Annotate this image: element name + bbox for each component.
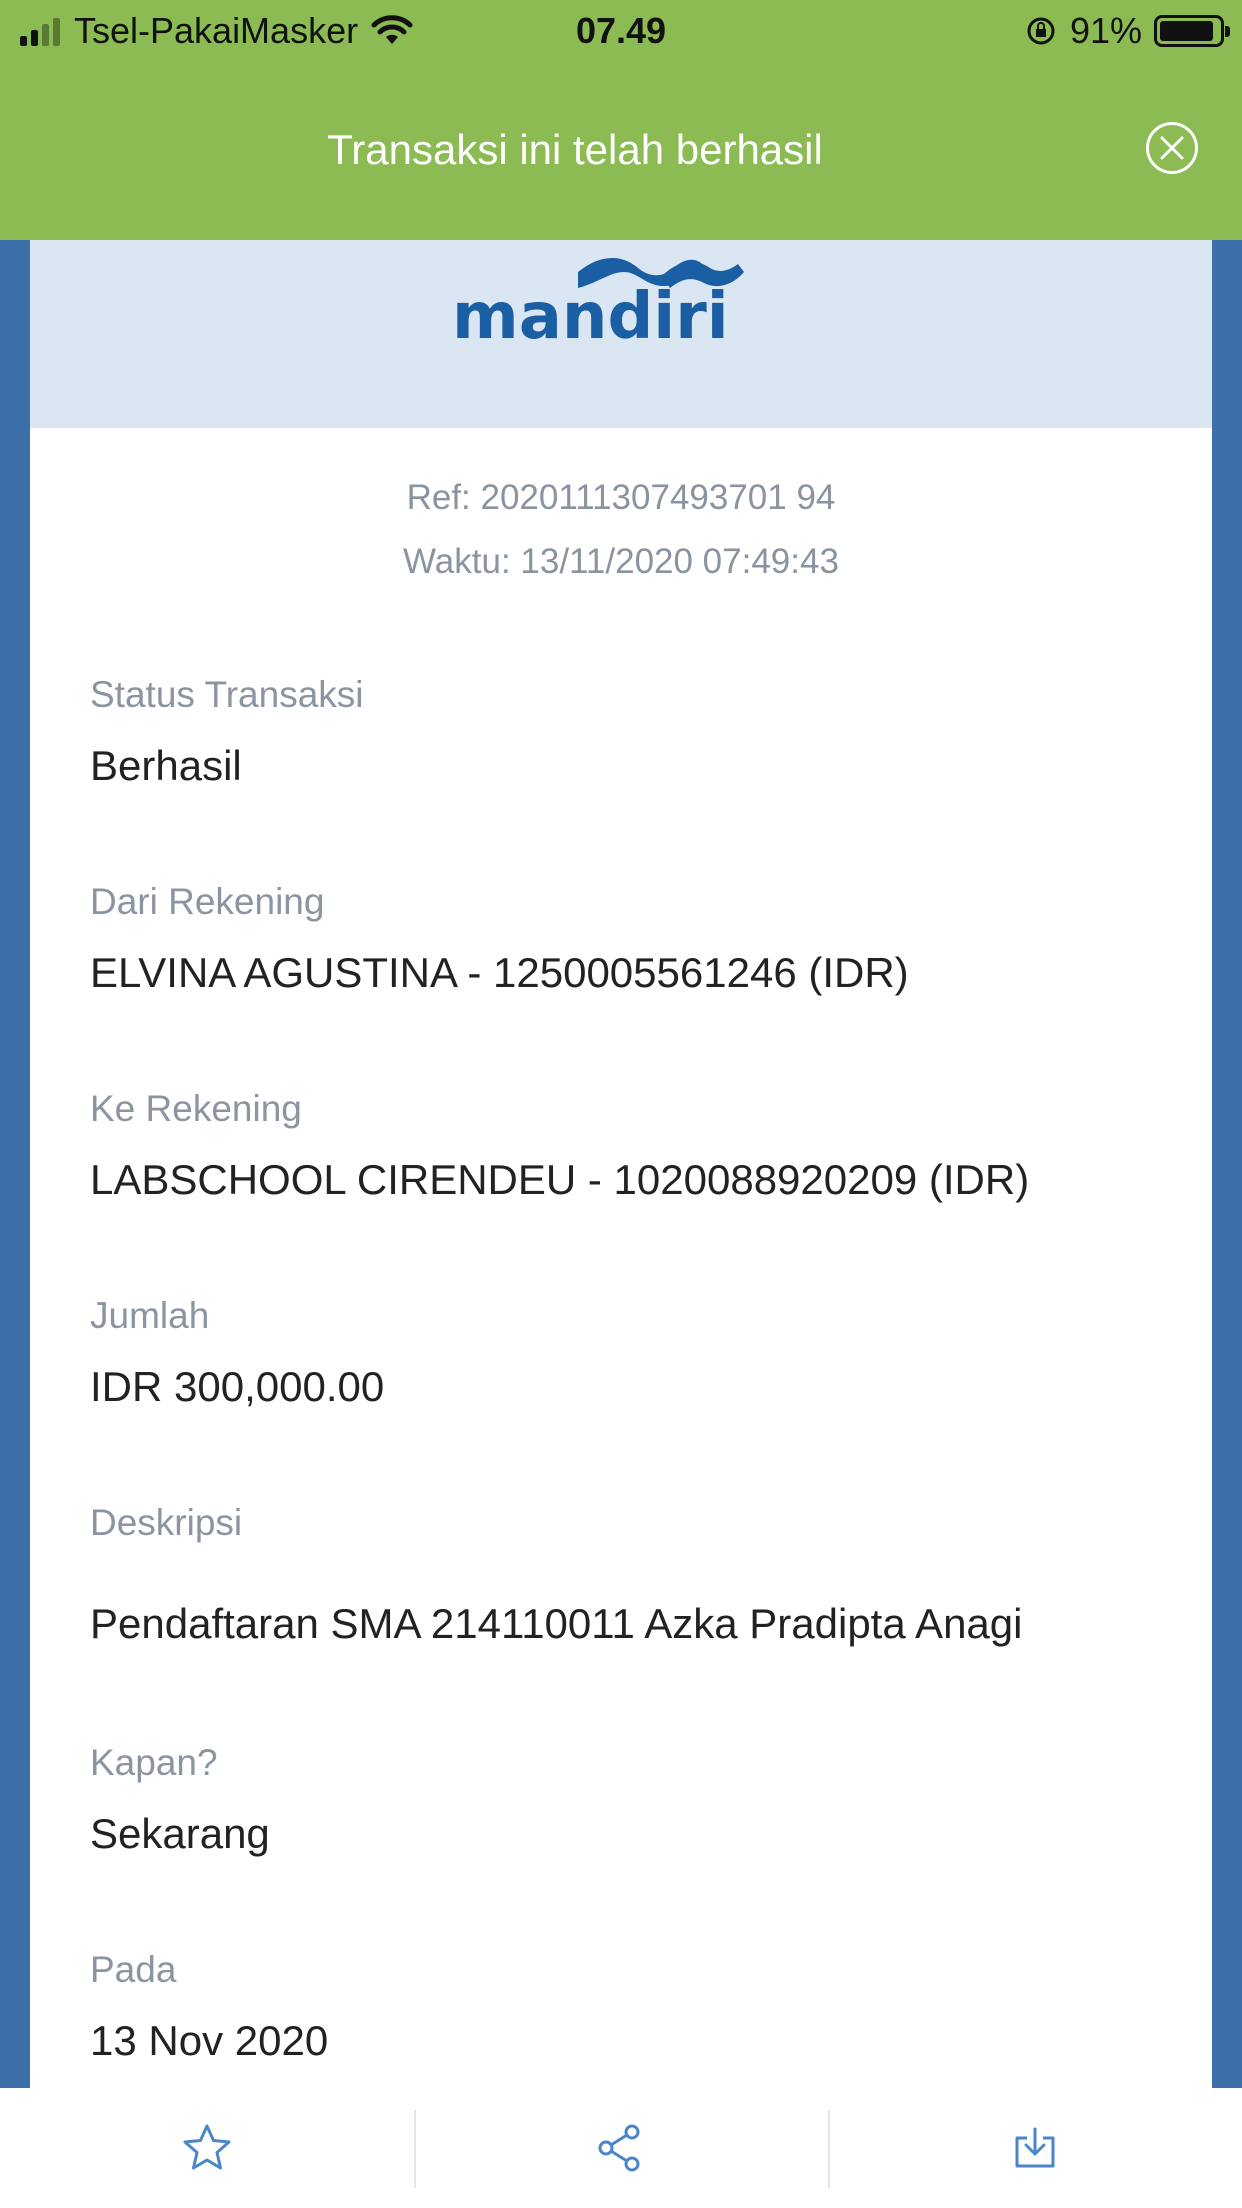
battery-percent: 91% [1069, 10, 1142, 51]
close-banner-button[interactable] [1146, 122, 1198, 174]
close-circle-icon [1160, 136, 1184, 160]
orientation-lock-icon [1027, 17, 1055, 45]
banner-message: Transaksi ini telah berhasil [327, 126, 823, 173]
date-label: Pada [90, 1949, 177, 1990]
favorite-button[interactable] [0, 2088, 414, 2208]
battery-fill [1160, 21, 1213, 41]
download-icon [1015, 2127, 1055, 2168]
transaction-time: Waktu: 13/11/2020 07:49:43 [403, 542, 839, 581]
reference-number: Ref: 2020111307493701 94 [406, 478, 836, 517]
from-account-value: ELVINA AGUSTINA - 1250005561246 (IDR) [90, 949, 909, 996]
bottom-toolbar [0, 2088, 1242, 2208]
status-value: Berhasil [90, 742, 242, 789]
share-icon [598, 2124, 640, 2172]
share-button[interactable] [414, 2088, 828, 2208]
logo-text: mandiri [452, 280, 729, 354]
receipt-card: mandiri Ref: 2020111307493701 94 Waktu: … [30, 240, 1212, 2088]
mandiri-logo: mandiri [452, 257, 744, 354]
when-value: Sekarang [90, 1810, 270, 1857]
description-value: Pendaftaran SMA 214110011 Azka Pradipta … [90, 1600, 1023, 1647]
success-banner: Transaksi ini telah berhasil [0, 62, 1242, 240]
to-account-value: LABSCHOOL CIRENDEU - 1020088920209 (IDR) [90, 1156, 1030, 1203]
date-value: 13 Nov 2020 [90, 2017, 329, 2064]
battery-icon [1154, 15, 1230, 47]
status-bar-right: 91% [1024, 10, 1230, 52]
to-account-label: Ke Rekening [90, 1088, 302, 1129]
download-button[interactable] [828, 2088, 1242, 2208]
from-account-label: Dari Rekening [90, 881, 325, 922]
description-label: Deskripsi [90, 1502, 243, 1543]
amount-value: IDR 300,000.00 [90, 1363, 385, 1410]
status-label: Status Transaksi [90, 674, 364, 715]
logo-area: mandiri [30, 240, 1212, 428]
status-bar: Tsel-PakaiMasker 07.49 91% [0, 0, 1242, 62]
star-icon [183, 2124, 231, 2170]
amount-label: Jumlah [90, 1295, 210, 1336]
when-label: Kapan? [90, 1742, 218, 1783]
